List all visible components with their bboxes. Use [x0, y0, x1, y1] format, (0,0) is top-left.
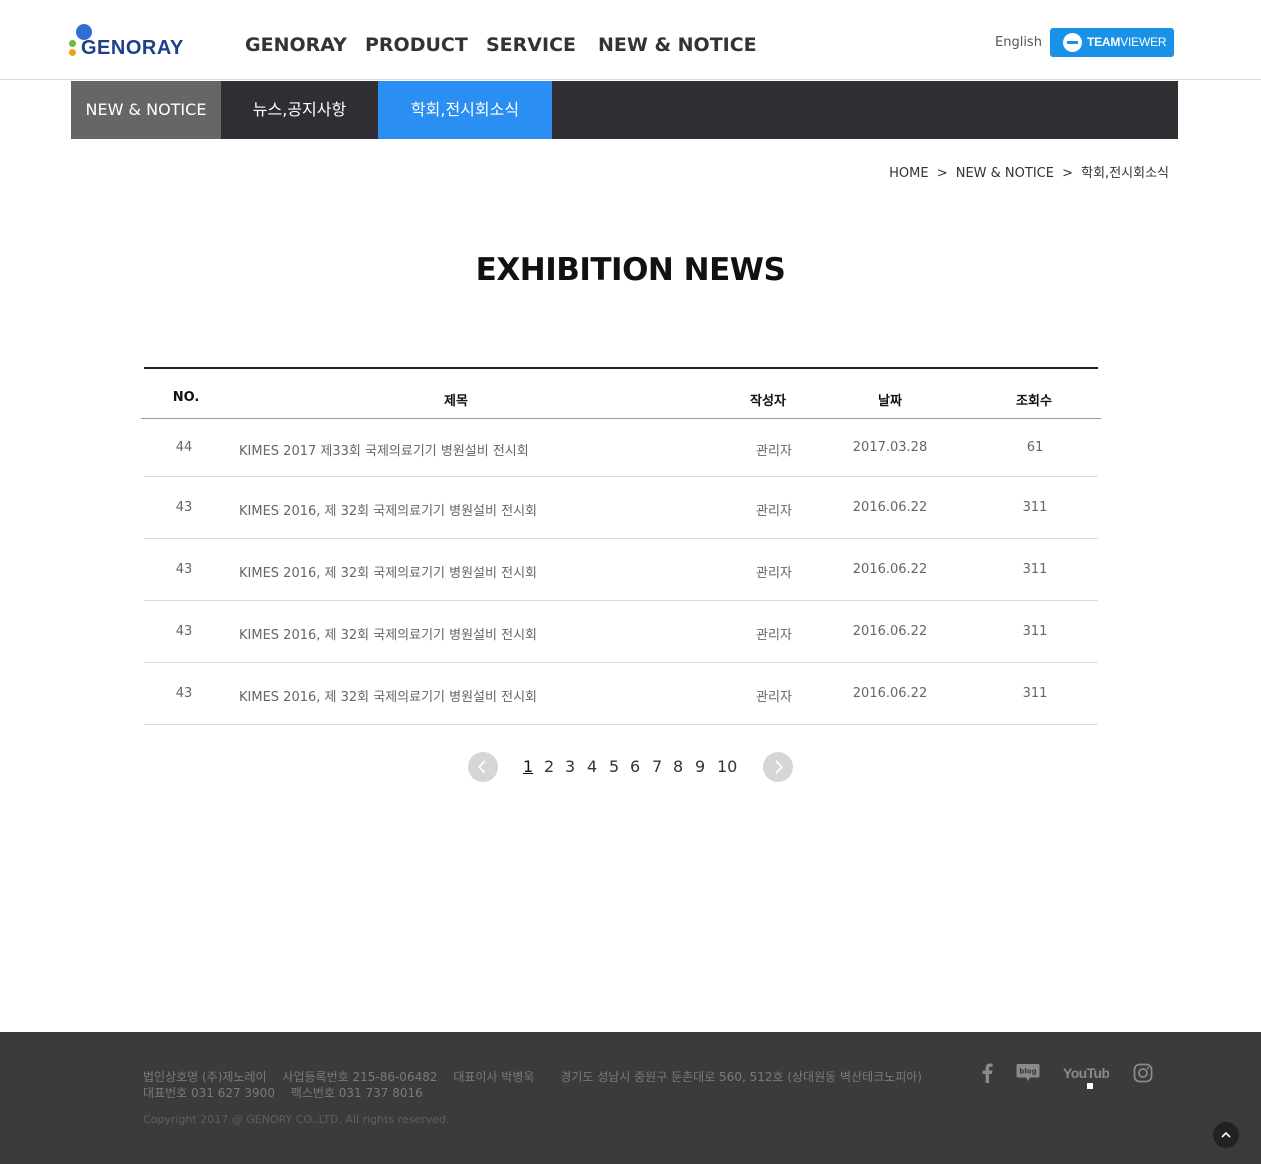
chevron-left-icon: [477, 760, 486, 774]
logo-dot-green: [69, 40, 76, 47]
svg-text:blog: blog: [1019, 1068, 1036, 1076]
header-writer: 작성자: [750, 394, 786, 409]
row-hits: 311: [1022, 686, 1048, 701]
page-link-5[interactable]: 5: [609, 757, 619, 776]
page-link-3[interactable]: 3: [565, 757, 575, 776]
row-date: 2016.06.22: [852, 500, 928, 515]
row-no: 43: [175, 562, 193, 577]
row-hits: 311: [1022, 624, 1048, 639]
page-link-10[interactable]: 10: [717, 757, 737, 776]
row-date: 2016.06.22: [852, 562, 928, 577]
page-link-8[interactable]: 8: [673, 757, 683, 776]
row-title-link[interactable]: KIMES 2017 제33회 국제의료기기 병원설비 전시회: [239, 440, 529, 459]
footer-company-info: 법인상호명 (주)제노레이 사업등록번호 215-86-06482 대표이사 박…: [143, 1068, 922, 1085]
footer-copyright: Copyright 2017 @ GENORY CO.,LTD. All rig…: [143, 1113, 450, 1126]
row-hits: 61: [1026, 440, 1044, 455]
page-link-4[interactable]: 4: [587, 757, 597, 776]
footer-fax: 팩스번호 031 737 8016: [290, 1086, 423, 1100]
breadcrumb-current: 학회,전시회소식: [1081, 166, 1169, 181]
logo-dot-orange: [69, 49, 76, 56]
page-link-2[interactable]: 2: [544, 757, 554, 776]
tab-exhibition-news[interactable]: 학회,전시회소식: [378, 81, 552, 139]
table-row[interactable]: 43 KIMES 2016, 제 32회 국제의료기기 병원설비 전시회 관리자…: [144, 477, 1098, 539]
row-title-link[interactable]: KIMES 2016, 제 32회 국제의료기기 병원설비 전시회: [239, 624, 537, 643]
teamviewer-button[interactable]: TEAMVIEWER: [1050, 28, 1174, 57]
next-page-button[interactable]: [763, 752, 793, 782]
chevron-up-icon: [1221, 1131, 1231, 1138]
pagination: 1 2 3 4 5 6 7 8 9 10: [0, 752, 1261, 782]
svg-text:YouTube: YouTube: [1063, 1065, 1109, 1081]
table-row[interactable]: 43 KIMES 2016, 제 32회 국제의료기기 병원설비 전시회 관리자…: [144, 663, 1098, 725]
logo-text: GENORAY: [81, 37, 184, 59]
facebook-icon[interactable]: [980, 1063, 994, 1087]
sub-nav: NEW & NOTICE 뉴스,공지사항 학회,전시회소식: [71, 81, 1178, 139]
table-row[interactable]: 43 KIMES 2016, 제 32회 국제의료기기 병원설비 전시회 관리자…: [144, 601, 1098, 663]
row-no: 43: [175, 624, 193, 639]
header-no: NO.: [172, 390, 200, 405]
header-title: 제목: [444, 394, 468, 409]
row-date: 2016.06.22: [852, 686, 928, 701]
genoray-logo[interactable]: GENORAY: [68, 24, 188, 60]
page-title: EXHIBITION NEWS: [475, 252, 786, 288]
row-hits: 311: [1022, 500, 1048, 515]
table-row[interactable]: 44 KIMES 2017 제33회 국제의료기기 병원설비 전시회 관리자 2…: [144, 419, 1098, 477]
scroll-top-button[interactable]: [1213, 1122, 1239, 1148]
instagram-icon[interactable]: [1133, 1063, 1153, 1087]
footer-ceo: 대표이사 박병욱: [453, 1070, 535, 1084]
page-link-6[interactable]: 6: [630, 757, 640, 776]
row-date: 2017.03.28: [852, 440, 928, 455]
row-hits: 311: [1022, 562, 1048, 577]
breadcrumb-separator: >: [936, 166, 948, 181]
row-title-link[interactable]: KIMES 2016, 제 32회 국제의료기기 병원설비 전시회: [239, 686, 537, 705]
footer-biz-no: 사업등록번호 215-86-06482: [282, 1070, 438, 1084]
row-writer: 관리자: [756, 566, 792, 581]
prev-page-button[interactable]: [468, 752, 498, 782]
tab-news-notice[interactable]: 뉴스,공지사항: [221, 81, 378, 139]
footer-tel: 대표번호 031 627 3900: [143, 1086, 275, 1100]
youtube-icon[interactable]: YouTube: [1063, 1063, 1118, 1089]
page-link-1[interactable]: 1: [523, 757, 533, 776]
site-header: GENORAY GENORAY PRODUCT SERVICE NEW & NO…: [0, 0, 1261, 80]
board-header-row: NO. 제목 작성자 날짜 조회수: [141, 369, 1101, 419]
row-writer: 관리자: [756, 690, 792, 705]
breadcrumb-new-notice[interactable]: NEW & NOTICE: [956, 166, 1054, 181]
row-title-link[interactable]: KIMES 2016, 제 32회 국제의료기기 병원설비 전시회: [239, 562, 537, 581]
nav-new-notice[interactable]: NEW & NOTICE: [598, 34, 757, 56]
site-footer: 법인상호명 (주)제노레이 사업등록번호 215-86-06482 대표이사 박…: [0, 1032, 1261, 1164]
row-date: 2016.06.22: [852, 624, 928, 639]
row-writer: 관리자: [756, 504, 792, 519]
teamviewer-label: TEAMVIEWER: [1087, 35, 1167, 49]
row-no: 43: [175, 500, 193, 515]
blog-icon[interactable]: blog: [1016, 1063, 1040, 1087]
header-hits: 조회수: [1016, 394, 1052, 409]
nav-service[interactable]: SERVICE: [486, 34, 576, 56]
row-title-link[interactable]: KIMES 2016, 제 32회 국제의료기기 병원설비 전시회: [239, 500, 537, 519]
teamviewer-icon: [1063, 33, 1082, 52]
row-writer: 관리자: [756, 444, 792, 459]
table-row[interactable]: 43 KIMES 2016, 제 32회 국제의료기기 병원설비 전시회 관리자…: [144, 539, 1098, 601]
footer-company: 법인상호명 (주)제노레이: [143, 1070, 267, 1084]
subnav-category: NEW & NOTICE: [71, 81, 221, 139]
breadcrumb-home[interactable]: HOME: [889, 166, 928, 181]
row-no: 43: [175, 686, 193, 701]
breadcrumb: HOME > NEW & NOTICE > 학회,전시회소식: [887, 162, 1171, 181]
chevron-right-icon: [775, 760, 784, 774]
footer-contact-info: 대표번호 031 627 3900 팩스번호 031 737 8016: [143, 1084, 423, 1101]
page-link-7[interactable]: 7: [652, 757, 662, 776]
footer-address: 경기도 성남시 중원구 둔촌대로 560, 512호 (상대원동 벽산테크노피아…: [560, 1070, 922, 1084]
english-link[interactable]: English: [995, 35, 1042, 50]
breadcrumb-separator: >: [1062, 166, 1073, 181]
page-link-9[interactable]: 9: [695, 757, 705, 776]
header-date: 날짜: [878, 394, 902, 409]
row-writer: 관리자: [756, 628, 792, 643]
nav-product[interactable]: PRODUCT: [365, 34, 468, 56]
nav-genoray[interactable]: GENORAY: [245, 34, 347, 56]
row-no: 44: [175, 440, 193, 455]
